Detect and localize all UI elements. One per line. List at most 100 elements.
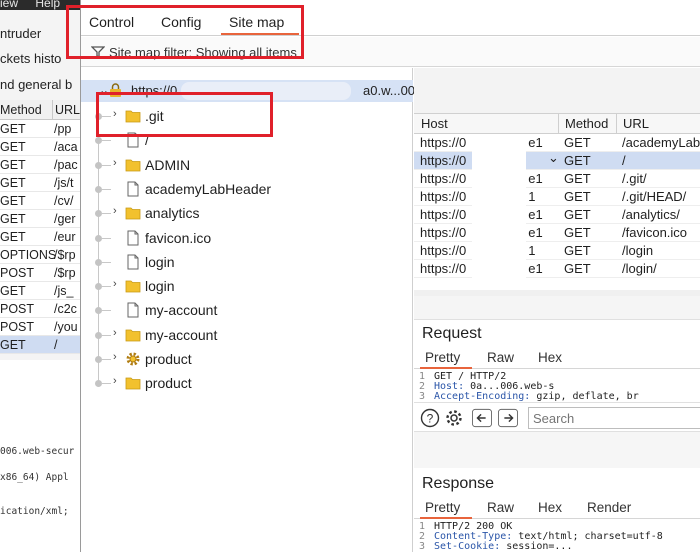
table-row[interactable]: https://0 e1 GET/favicon.ico — [414, 224, 700, 242]
dropdown-chevron-icon[interactable]: ⌄ — [548, 149, 559, 167]
column-url[interactable]: URL — [616, 114, 700, 133]
background-menubar: iew Help — [0, 0, 74, 10]
background-line: x86_64) Appl — [0, 472, 69, 483]
tree-connector — [101, 261, 111, 263]
table-row[interactable]: https://0 e1 GET/analytics/ — [414, 206, 700, 224]
background-table-row[interactable]: GET/ger — [0, 210, 80, 228]
menu-help[interactable]: Help — [35, 0, 60, 10]
pane-divider[interactable] — [414, 432, 700, 468]
expand-chevron-icon[interactable]: › — [113, 351, 117, 363]
table-row[interactable]: https://0 1 GET /.git/HEAD/ — [414, 188, 700, 206]
help-icon[interactable]: ? — [420, 408, 440, 428]
background-table-row[interactable]: GET/pp — [0, 120, 80, 138]
tree-node[interactable]: academyLabHeader — [81, 177, 413, 201]
tree-connector — [101, 359, 111, 360]
tree-node[interactable]: login — [81, 250, 413, 274]
background-table-row[interactable]: POST/you — [0, 318, 80, 336]
row-method: GET — [0, 212, 26, 226]
header-key: Set-Cookie: — [434, 541, 507, 552]
row-url: /.git/HEAD/ — [622, 189, 687, 204]
column-method[interactable]: Method — [0, 100, 52, 119]
background-tab-intruder[interactable]: ntruder — [0, 22, 41, 46]
background-table-row[interactable]: GET/js_ — [0, 282, 80, 300]
row-host-suffix: e1 — [528, 225, 543, 240]
table-row[interactable]: https://0 e1 GET /.git/ — [414, 170, 700, 188]
menu-view[interactable]: iew — [0, 0, 18, 10]
row-method: GET — [0, 194, 26, 208]
pane-divider[interactable] — [414, 296, 700, 320]
row-host-prefix: https://0 — [420, 135, 467, 150]
folder-icon — [125, 329, 141, 342]
response-tab-raw[interactable]: Raw — [487, 500, 514, 515]
tree-node[interactable]: › ADMIN — [81, 153, 413, 177]
table-row[interactable]: https://0 1 GET/login — [414, 242, 700, 260]
response-tab-pretty[interactable]: Pretty — [425, 500, 460, 515]
row-url: /$rp — [54, 266, 76, 280]
request-editor[interactable]: 1 GET / HTTP/2 2 Host: 0a...006.web-s 3 Accep… — [414, 370, 700, 412]
tree-node-label: login — [145, 253, 175, 270]
row-method: GET — [0, 158, 26, 172]
expand-chevron-icon[interactable]: › — [113, 205, 117, 217]
search-input[interactable] — [528, 407, 700, 429]
row-url: /academyLab — [622, 135, 700, 150]
tree-connector — [101, 140, 111, 142]
background-table-row[interactable]: GET/cv/ — [0, 192, 80, 210]
background-table-row[interactable]: GET/js/t — [0, 174, 80, 192]
expand-chevron-icon[interactable]: › — [113, 375, 117, 387]
tree-node[interactable]: › product — [81, 347, 413, 371]
folder-icon — [125, 377, 141, 390]
column-url[interactable]: URL — [52, 100, 80, 119]
tree-node-label: academyLabHeader — [145, 180, 272, 197]
tree-node[interactable]: › product — [81, 371, 413, 395]
annotation-highlight-tabs — [66, 5, 304, 59]
expand-chevron-icon[interactable]: › — [113, 327, 117, 339]
tree-node[interactable]: › login — [81, 274, 413, 298]
row-host-suffix: 1 — [528, 243, 536, 258]
row-url: /eur — [54, 230, 76, 244]
tree-node[interactable]: › my-account — [81, 323, 413, 347]
background-table-row[interactable]: GET/aca — [0, 138, 80, 156]
row-url: /ger — [54, 212, 76, 226]
request-tab-raw[interactable]: Raw — [487, 350, 514, 365]
folder-icon — [125, 280, 141, 293]
tree-connector — [101, 334, 111, 336]
column-host[interactable]: Host — [414, 114, 558, 133]
svg-text:?: ? — [427, 412, 434, 426]
request-title: Request — [422, 325, 482, 342]
tree-connector — [101, 310, 111, 312]
request-tab-hex[interactable]: Hex — [538, 350, 562, 365]
forward-arrow-icon[interactable] — [498, 408, 518, 428]
settings-gear-icon[interactable] — [444, 408, 464, 428]
background-line: 006.web-secur — [0, 446, 75, 457]
response-tab-hex[interactable]: Hex — [538, 500, 562, 515]
column-method[interactable]: Method — [558, 114, 616, 133]
background-table-row[interactable]: GET/eur — [0, 228, 80, 246]
background-history-label: ckets histo — [0, 51, 62, 66]
response-editor[interactable]: 1 HTTP/2 200 OK 2 Content-Type: text/html; … — [414, 520, 700, 552]
row-url: /.git/ — [622, 171, 647, 186]
response-tab-render[interactable]: Render — [587, 500, 631, 515]
row-url: / — [622, 153, 626, 168]
background-table-row[interactable]: OPTIONS/$rp — [0, 246, 80, 264]
table-row[interactable]: https://0 e1 GET/login/ — [414, 260, 700, 278]
tree-node[interactable]: › analytics — [81, 201, 413, 225]
tree-node-label: analytics — [145, 205, 200, 222]
background-table-row[interactable]: GET/pac — [0, 156, 80, 174]
background-table-row[interactable]: POST /$rp — [0, 264, 80, 282]
table-row[interactable]: https://0 ⌄ GET / — [414, 149, 700, 170]
background-table-row[interactable]: GET / — [0, 336, 80, 354]
tree-node[interactable]: my-account — [81, 298, 413, 322]
row-url: /pac — [54, 158, 78, 172]
response-title: Response — [422, 475, 495, 492]
tree-node-label: ADMIN — [145, 156, 191, 173]
row-host-suffix: e1 — [528, 171, 543, 186]
background-table-row[interactable]: POST/c2c — [0, 300, 80, 318]
request-tab-pretty[interactable]: Pretty — [425, 350, 460, 365]
back-arrow-icon[interactable] — [472, 408, 492, 428]
row-url: /you — [54, 320, 78, 334]
file-icon — [127, 181, 139, 197]
expand-chevron-icon[interactable]: › — [113, 278, 117, 290]
tree-node[interactable]: favicon.ico — [81, 226, 413, 250]
redacted-region — [472, 136, 526, 292]
expand-chevron-icon[interactable]: › — [113, 157, 117, 169]
